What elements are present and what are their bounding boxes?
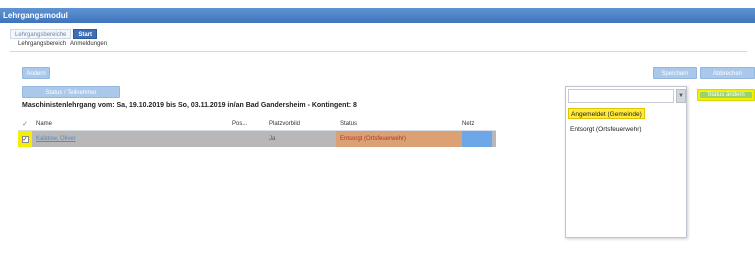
save-button[interactable]: Speichern <box>653 67 697 79</box>
participant-name-link[interactable]: Kalidow, Oliver <box>32 131 232 147</box>
edit-button[interactable]: Ändern <box>22 67 50 79</box>
column-header-name[interactable]: Name <box>32 117 232 130</box>
participant-platz: Ja <box>269 136 276 142</box>
table-header: ✓ Name Pos... Platzvorbild Status Netz <box>18 117 496 131</box>
participant-netz <box>462 131 492 147</box>
subnav-lehrgangsbereich[interactable]: Lehrgangsbereich <box>18 41 66 47</box>
dropdown-option-entsorgt[interactable]: Entsorgt (Ortsfeuerwehr) <box>568 124 644 135</box>
participant-pos <box>232 131 269 147</box>
column-header-status[interactable]: Status <box>336 117 462 130</box>
dropdown-option-angemeldet[interactable]: Angemeldet (Gemeinde) <box>568 108 645 119</box>
cancel-button[interactable]: Abbrechen <box>700 67 755 79</box>
course-heading: Maschinistenlehrgang vom: Sa, 19.10.2019… <box>22 102 357 109</box>
status-dropdown: ▼ Angemeldet (Gemeinde) Entsorgt (Ortsfe… <box>565 86 687 238</box>
column-header-pos[interactable]: Pos... <box>232 117 269 130</box>
divider <box>10 51 747 52</box>
subnav-anmeldungen[interactable]: Anmeldungen <box>70 41 107 47</box>
column-header-platzvorbild[interactable]: Platzvorbild <box>269 117 336 130</box>
checkbox-icon: ✓ <box>21 135 29 143</box>
status-participant-button[interactable]: Status / Teilnehmer <box>22 86 120 98</box>
window-title-bar: Lehrgangsmodul <box>0 8 755 23</box>
window-title: Lehrgangsmodul <box>3 11 68 20</box>
tab-start[interactable]: Start <box>73 29 98 39</box>
column-header-netz[interactable]: Netz <box>462 117 492 130</box>
status-dropdown-input[interactable] <box>568 89 674 103</box>
participant-status[interactable]: Entsorgt (Ortsfeuerwehr) <box>336 131 462 147</box>
header-select-all-icon[interactable]: ✓ <box>18 117 32 130</box>
change-status-button[interactable]: Status ändern <box>700 92 752 98</box>
chevron-down-icon[interactable]: ▼ <box>676 89 686 103</box>
change-status-highlight: Status ändern <box>697 89 755 101</box>
sub-navigation: Lehrgangsbereich Anmeldungen <box>18 41 107 47</box>
tab-lehrgangsbereiche[interactable]: Lehrgangsbereiche <box>10 29 72 39</box>
table-row[interactable]: ✓ Kalidow, Oliver Ja Entsorgt (Ortsfeuer… <box>18 131 496 147</box>
participants-table: ✓ Name Pos... Platzvorbild Status Netz ✓… <box>18 117 496 147</box>
tab-bar: Lehrgangsbereiche Start <box>10 29 98 39</box>
row-checkbox[interactable]: ✓ <box>18 131 32 147</box>
